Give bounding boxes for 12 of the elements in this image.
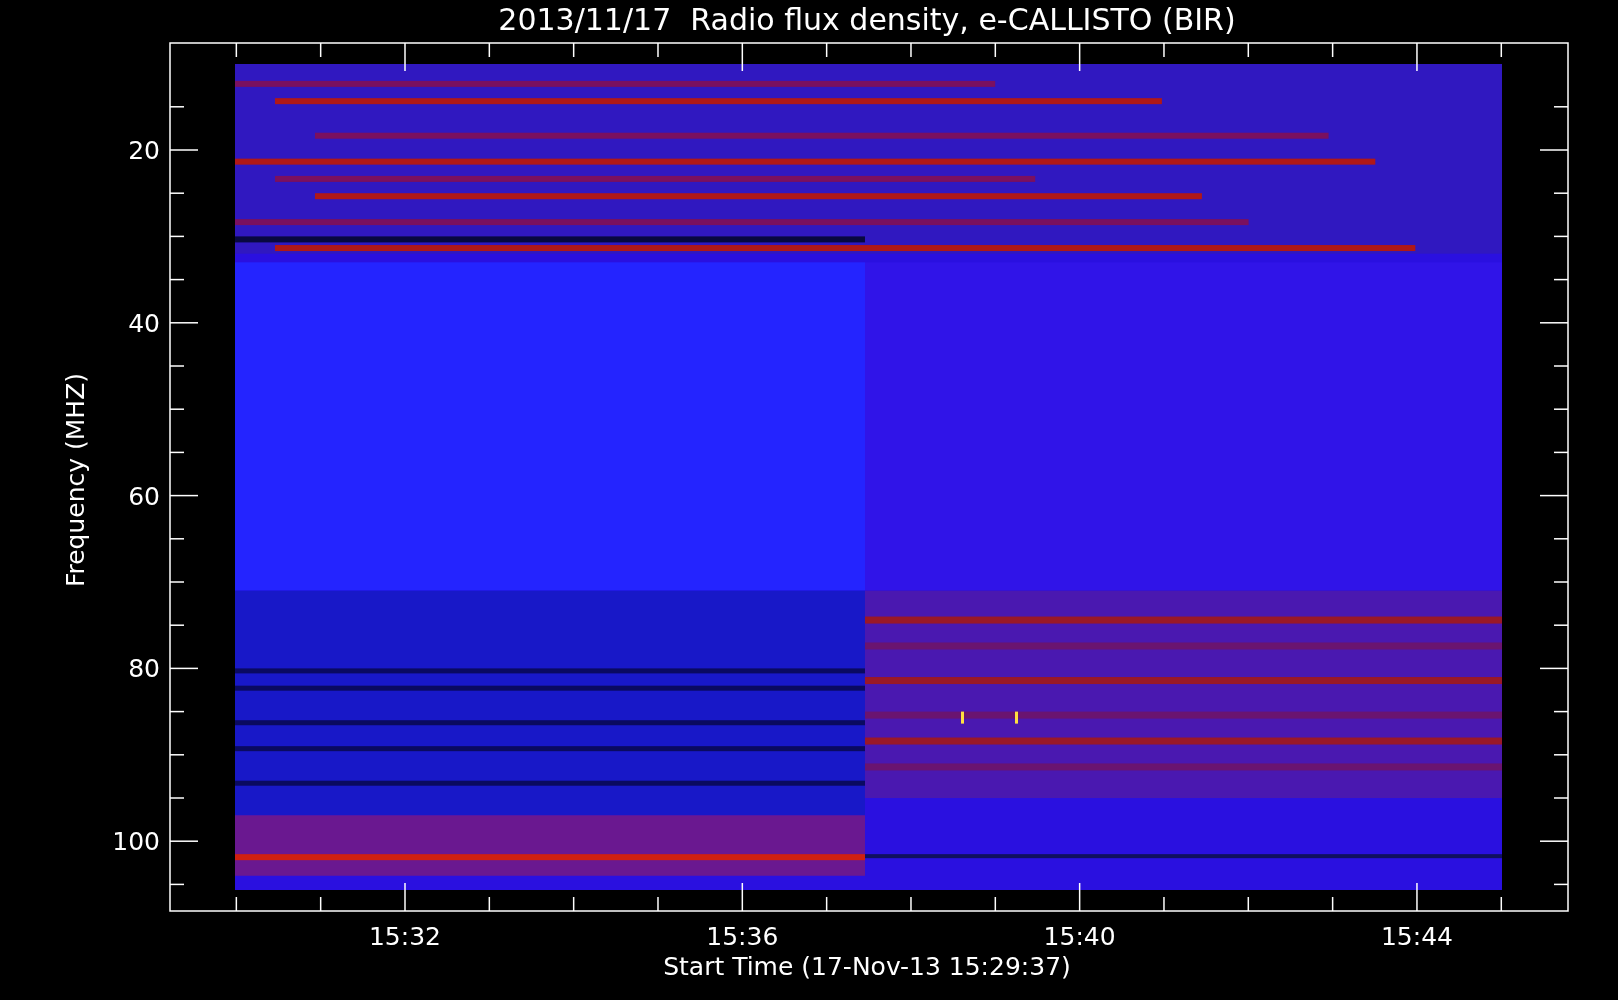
- x-tick-label: 15:44: [1380, 922, 1453, 951]
- x-tick-label: 15:36: [706, 922, 779, 951]
- y-tick-label: 20: [128, 136, 160, 165]
- y-axis-label: Frequency (MHZ): [61, 372, 90, 588]
- y-tick-label: 40: [128, 308, 160, 338]
- y-tick-label: 80: [128, 654, 160, 684]
- y-tick-label: 100: [112, 827, 160, 857]
- x-tick-label: 15:40: [1043, 922, 1116, 951]
- y-tick-label: 60: [128, 481, 160, 511]
- chart-title: 2013/11/17 Radio flux density, e-CALLISTO (BIR): [498, 2, 1236, 37]
- x-tick-label: 15:32: [369, 922, 441, 951]
- x-axis-label: Start Time (17-Nov-13 15:29:37): [663, 952, 1071, 981]
